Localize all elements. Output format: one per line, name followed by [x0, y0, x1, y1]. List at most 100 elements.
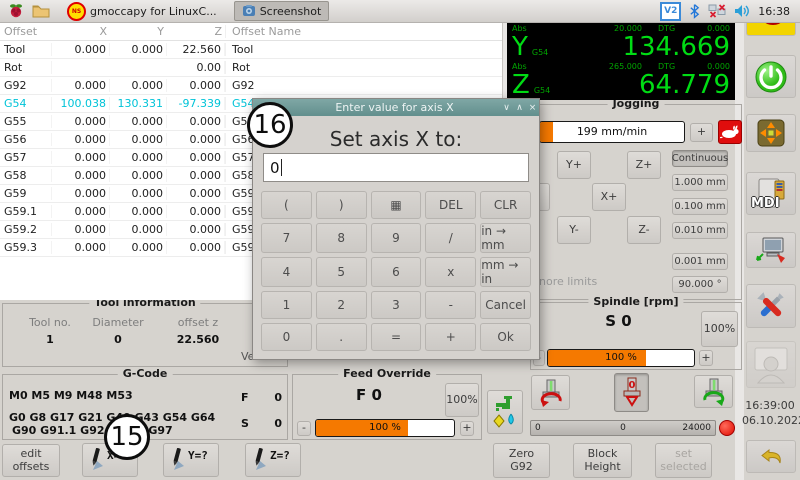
- feed-override-reset-button[interactable]: 100%: [445, 383, 479, 417]
- jog-increment-1-000-mm[interactable]: 1.000 mm: [672, 174, 728, 191]
- tool-information-panel: Tool information Tool no. Diameter offse…: [2, 303, 288, 367]
- dro-axis-z[interactable]: ZG5464.779: [512, 71, 730, 99]
- axis-value-input[interactable]: 0: [263, 153, 529, 182]
- spindle-cw-button[interactable]: [694, 375, 733, 408]
- jog-increment-0-001-mm[interactable]: 0.001 mm: [672, 253, 728, 270]
- keypad-key-decimal[interactable]: .: [316, 323, 367, 351]
- feed-label: F: [241, 391, 249, 404]
- keypad-key-ok[interactable]: Ok: [480, 323, 531, 351]
- offset-cell: 0.000: [167, 223, 225, 236]
- settings-button[interactable]: [746, 284, 796, 328]
- feed-override-plus-button[interactable]: +: [460, 421, 474, 436]
- taskbar-window-gmoccapy[interactable]: NS gmoccapy for LinuxC...: [60, 2, 224, 20]
- offset-cell: 0.000: [167, 151, 225, 164]
- dro-axis-y[interactable]: YG54134.669: [512, 33, 730, 61]
- volume-icon[interactable]: [734, 4, 750, 18]
- jog-x-plus-button[interactable]: X+: [592, 183, 626, 211]
- spindle-override-bar[interactable]: 100 %: [547, 349, 695, 367]
- offset-cell: 22.560: [167, 43, 225, 56]
- jog-y-plus-button[interactable]: Y+: [557, 151, 591, 179]
- keypad-key-in-to-mm[interactable]: in → mm: [480, 223, 531, 253]
- network-disconnected-icon[interactable]: [708, 4, 726, 19]
- dro-display[interactable]: Abs20.000DTG0.000YG54134.669Abs265.000DT…: [507, 22, 735, 100]
- keypad-key-8[interactable]: 8: [316, 223, 367, 253]
- feed-override-bar[interactable]: 100 %: [315, 419, 455, 437]
- keypad-key-7[interactable]: 7: [261, 223, 312, 253]
- offset-table-header-y[interactable]: Y: [110, 25, 167, 38]
- keypad-key-equals[interactable]: =: [371, 323, 422, 351]
- keypad-key-6[interactable]: 6: [371, 257, 422, 287]
- offset-table-header-row: OffsetXYZOffset Name: [0, 22, 502, 41]
- jog-increment-0-010-mm[interactable]: 0.010 mm: [672, 222, 728, 239]
- minimize-icon[interactable]: ∨: [500, 103, 513, 113]
- fast-jog-rabbit-button[interactable]: [718, 120, 742, 144]
- back-button[interactable]: [746, 440, 796, 473]
- spindle-override-reset-button[interactable]: 100%: [701, 311, 738, 347]
- jog-z-plus-button[interactable]: Z+: [627, 151, 661, 179]
- keypad-key-9[interactable]: 9: [371, 223, 422, 253]
- jog-increment-continuous[interactable]: Continuous: [672, 150, 728, 167]
- bluetooth-icon[interactable]: [689, 3, 700, 19]
- offset-table-header-offset-name[interactable]: Offset Name: [225, 25, 502, 38]
- offset-cell: G55: [0, 115, 52, 128]
- raspberry-menu-icon[interactable]: [8, 3, 24, 19]
- keypad-key-calculator[interactable]: ▦: [371, 191, 422, 219]
- jog-y-minus-button[interactable]: Y-: [557, 216, 591, 244]
- keypad-key-1[interactable]: 1: [261, 291, 312, 319]
- zero-g92-button[interactable]: Zero G92: [493, 443, 550, 478]
- maximize-icon[interactable]: ∧: [513, 103, 526, 113]
- keypad-key-divide[interactable]: /: [425, 223, 476, 253]
- edit-offsets-button[interactable]: edit offsets: [2, 444, 60, 477]
- keypad-key-4[interactable]: 4: [261, 257, 312, 287]
- keypad-key-multiply[interactable]: x: [425, 257, 476, 287]
- offset-table-header-offset[interactable]: Offset: [0, 25, 52, 38]
- jog-speed-bar[interactable]: 199 mm/min: [539, 121, 685, 143]
- spindle-override-plus-button[interactable]: +: [699, 350, 713, 366]
- manual-mode-button[interactable]: [746, 114, 796, 152]
- feed-override-minus-button[interactable]: -: [297, 421, 311, 436]
- mdi-mode-button[interactable]: MDI: [746, 172, 796, 215]
- keypad-key-plus[interactable]: +: [425, 323, 476, 351]
- offset-cell: 0.000: [52, 115, 110, 128]
- keypad-key-cancel[interactable]: Cancel: [480, 291, 531, 319]
- file-manager-icon[interactable]: [32, 4, 50, 18]
- offset-cell: -97.339: [167, 97, 225, 110]
- set-y-button[interactable]: Y=?: [163, 443, 219, 477]
- offset-row-g92[interactable]: G920.0000.0000.000G92: [0, 77, 502, 95]
- jog-increment-0-100-mm[interactable]: 0.100 mm: [672, 198, 728, 215]
- offset-table-header-x[interactable]: X: [52, 25, 110, 38]
- offset-cell: 0.000: [110, 133, 167, 146]
- dialog-titlebar[interactable]: Enter value for axis X ∨ ∧ ×: [253, 99, 539, 116]
- spindle-ccw-button[interactable]: [531, 375, 570, 410]
- keypad-key-5[interactable]: 5: [316, 257, 367, 287]
- scale-current: 0: [594, 423, 653, 433]
- keypad-key-mm-to-in[interactable]: mm → in: [480, 257, 531, 287]
- taskbar: NS gmoccapy for LinuxC... Screenshot V2 …: [0, 0, 800, 23]
- block-height-button[interactable]: Block Height: [573, 443, 632, 478]
- machine-on-button[interactable]: [746, 55, 796, 98]
- keypad-key-2[interactable]: 2: [316, 291, 367, 319]
- user-settings-button[interactable]: [746, 341, 796, 388]
- taskbar-window-screenshot[interactable]: Screenshot: [234, 1, 330, 21]
- tool-editor-button[interactable]: [746, 232, 796, 268]
- offset-row-tool[interactable]: Tool0.0000.00022.560Tool: [0, 41, 502, 59]
- keypad-key-close-paren[interactable]: ): [316, 191, 367, 219]
- offset-table-header-z[interactable]: Z: [167, 25, 225, 38]
- offset-cell: Rot: [0, 61, 52, 74]
- keypad-key-open-paren[interactable]: (: [261, 191, 312, 219]
- keypad-key-3[interactable]: 3: [371, 291, 422, 319]
- close-icon[interactable]: ×: [526, 103, 539, 113]
- keypad-key-del[interactable]: DEL: [425, 191, 476, 219]
- jog-speed-plus-button[interactable]: +: [690, 123, 713, 142]
- keypad-key-minus[interactable]: -: [425, 291, 476, 319]
- set-z-button[interactable]: Z=?: [245, 443, 301, 477]
- offset-row-rot[interactable]: Rot0.00Rot: [0, 59, 502, 77]
- keypad-key-0[interactable]: 0: [261, 323, 312, 351]
- v2-indicator-icon[interactable]: V2: [660, 2, 681, 21]
- offset-cell: G56: [0, 133, 52, 146]
- coolant-button[interactable]: [487, 390, 523, 434]
- spindle-stop-button[interactable]: 0: [614, 373, 649, 412]
- jog-z-minus-button[interactable]: Z-: [627, 216, 661, 244]
- jog-increment-90-000[interactable]: 90.000 °: [672, 276, 728, 293]
- keypad-key-clr[interactable]: CLR: [480, 191, 531, 219]
